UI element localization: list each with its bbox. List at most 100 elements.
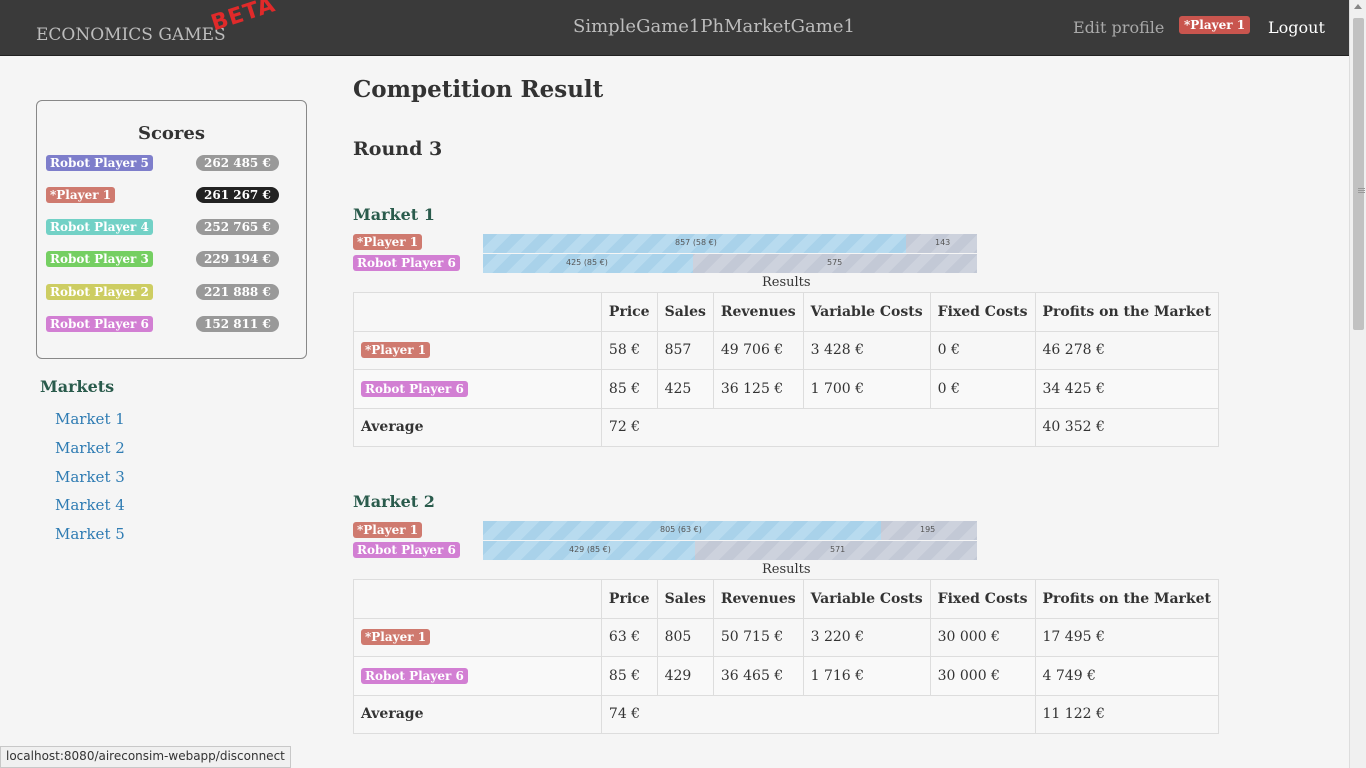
revenues-cell: 50 715 € [712,617,804,657]
column-header: Sales [656,579,714,619]
scrollbar-thumb[interactable] [1353,18,1365,330]
variable-costs-cell: 3 428 € [802,330,931,370]
bar-player-label: Robot Player 6 [353,542,460,558]
score-row: *Player 1 261 267 € [46,187,296,203]
round-title: Round 3 [353,138,443,160]
bar-fill-label: 425 (85 €) [566,258,608,267]
score-value: 252 765 € [196,219,279,235]
navbar: ECONOMICS GAMES BETA SimpleGame1PhMarket… [0,0,1366,56]
fixed-costs-cell: 0 € [929,330,1036,370]
column-header: Profits on the Market [1034,292,1220,332]
player-label: Robot Player 5 [46,155,153,171]
market-share-bar: 857 (58 €) 143 [483,234,977,253]
player-cell: Robot Player 6 [353,656,602,696]
market-2-title: Market 2 [353,492,435,511]
bar-rest-label: 575 [827,258,843,267]
score-value: 261 267 € [196,187,279,203]
market-link-5[interactable]: Market 5 [55,525,125,543]
page-title: Competition Result [353,76,604,103]
table-header-row: Price Sales Revenues Variable Costs Fixe… [353,292,1220,332]
player-label: Robot Player 3 [46,251,153,267]
grip-icon [1358,188,1365,189]
average-profits-cell: 11 122 € [1034,694,1220,734]
scores-panel: Scores Robot Player 5 262 485 € *Player … [36,100,307,359]
profits-cell: 4 749 € [1034,656,1220,696]
score-value: 262 485 € [196,155,279,171]
variable-costs-cell: 1 716 € [802,656,931,696]
bar-rest-label: 143 [935,238,951,247]
column-header [353,579,602,619]
bar-player-label: *Player 1 [353,234,423,250]
sales-cell: 805 [656,617,714,657]
bar-fill-label: 857 (58 €) [675,238,717,247]
status-bar-url: localhost:8080/aireconsim-webapp/disconn… [0,746,291,768]
results-caption: Results [762,275,811,290]
markets-heading: Markets [40,377,115,396]
revenues-cell: 49 706 € [712,330,804,370]
score-row: Robot Player 3 229 194 € [46,251,296,267]
player-label: Robot Player 6 [361,380,468,397]
column-header: Price [600,579,658,619]
player-cell: Robot Player 6 [353,369,602,409]
bar-fill-label: 429 (85 €) [569,545,611,554]
vertical-scrollbar[interactable] [1349,0,1366,768]
results-caption: Results [762,562,811,577]
bar-fill-label: 805 (63 €) [660,525,702,534]
market-link-4[interactable]: Market 4 [55,496,125,514]
results-table: Price Sales Revenues Variable Costs Fixe… [353,579,1220,734]
average-row: Average 72 € 40 352 € [353,407,1220,447]
column-header: Fixed Costs [929,292,1036,332]
average-profits-cell: 40 352 € [1034,407,1220,447]
market-1-title: Market 1 [353,205,435,224]
column-header [353,292,602,332]
price-cell: 85 € [600,656,658,696]
market-link-2[interactable]: Market 2 [55,439,125,457]
profits-cell: 46 278 € [1034,330,1220,370]
player-cell: *Player 1 [353,330,602,370]
score-value: 152 811 € [196,316,279,332]
market-link-1[interactable]: Market 1 [55,410,125,428]
price-cell: 85 € [600,369,658,409]
average-label: Average [353,694,602,734]
average-price-cell: 72 € [600,407,1036,447]
market-link-3[interactable]: Market 3 [55,468,125,486]
brand-logo[interactable]: ECONOMICS GAMES [36,25,226,45]
player-label: Robot Player 6 [361,667,468,684]
column-header: Revenues [712,292,804,332]
table-row: *Player 1 58 € 857 49 706 € 3 428 € 0 € … [353,330,1220,370]
market-share-bar: 429 (85 €) 571 [483,541,977,560]
score-row: Robot Player 4 252 765 € [46,219,296,235]
results-table: Price Sales Revenues Variable Costs Fixe… [353,292,1220,447]
score-value: 229 194 € [196,251,279,267]
revenues-cell: 36 465 € [712,656,804,696]
player-cell: *Player 1 [353,617,602,657]
profits-cell: 17 495 € [1034,617,1220,657]
current-player-badge: *Player 1 [1179,16,1251,34]
average-price-cell: 74 € [600,694,1036,734]
column-header: Sales [656,292,714,332]
revenues-cell: 36 125 € [712,369,804,409]
sales-cell: 429 [656,656,714,696]
market-share-bar: 425 (85 €) 575 [483,254,977,273]
column-header: Fixed Costs [929,579,1036,619]
edit-profile-link[interactable]: Edit profile [1073,18,1164,37]
player-label: Robot Player 2 [46,284,153,300]
table-row: Robot Player 6 85 € 429 36 465 € 1 716 €… [353,656,1220,696]
score-value: 221 888 € [196,284,279,300]
bar-player-label: *Player 1 [353,522,423,538]
player-label: *Player 1 [361,342,431,359]
variable-costs-cell: 1 700 € [802,369,931,409]
scroll-up-arrow-icon[interactable] [1354,4,1362,9]
fixed-costs-cell: 30 000 € [929,656,1036,696]
logout-link[interactable]: Logout [1268,18,1325,37]
sales-cell: 425 [656,369,714,409]
table-header-row: Price Sales Revenues Variable Costs Fixe… [353,579,1220,619]
scores-title: Scores [137,123,206,144]
fixed-costs-cell: 30 000 € [929,617,1036,657]
sales-cell: 857 [656,330,714,370]
player-label: *Player 1 [361,629,431,646]
profits-cell: 34 425 € [1034,369,1220,409]
game-title: SimpleGame1PhMarketGame1 [573,16,855,37]
table-row: Robot Player 6 85 € 425 36 125 € 1 700 €… [353,369,1220,409]
price-cell: 63 € [600,617,658,657]
